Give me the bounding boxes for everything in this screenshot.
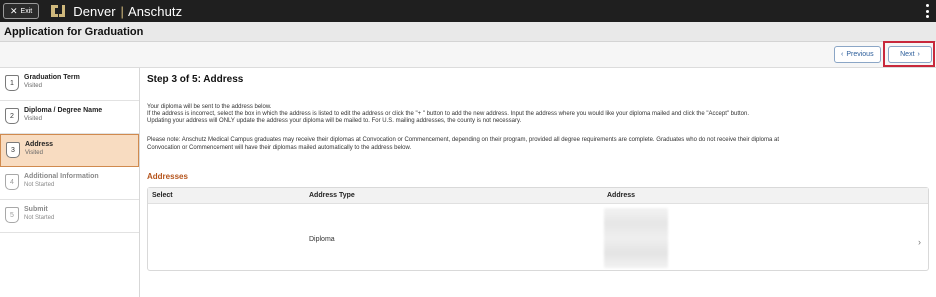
chevron-left-icon: ‹ xyxy=(841,51,844,58)
step-status: Not Started xyxy=(24,182,55,188)
exit-label: Exit xyxy=(20,7,33,15)
column-header-address-type: Address Type xyxy=(309,192,355,199)
step-status: Visited xyxy=(25,150,43,156)
instruction-line: Your diploma will be sent to the address… xyxy=(147,104,272,110)
step-number-badge: 3 xyxy=(6,142,20,158)
step-submit[interactable]: 5 Submit Not Started xyxy=(0,200,139,233)
action-bar: ‹ Previous Next › xyxy=(0,42,936,68)
title-bar: Application for Graduation xyxy=(0,22,936,42)
instruction-line: If the address is incorrect, select the … xyxy=(147,111,750,117)
exit-button[interactable]: ✕ Exit xyxy=(3,3,40,19)
page-title: Application for Graduation xyxy=(4,26,144,38)
brand-name: Denver | Anschutz xyxy=(73,4,182,19)
step-title: Submit xyxy=(24,206,48,213)
kebab-menu-icon[interactable] xyxy=(924,3,930,19)
step-title: Additional Information xyxy=(24,173,99,180)
instruction-line: Updating your address will ONLY update t… xyxy=(147,118,522,124)
step-address[interactable]: 3 Address Visited xyxy=(0,134,139,167)
cu-logo-icon xyxy=(49,2,67,20)
step-title: Diploma / Degree Name xyxy=(24,107,103,114)
step-status: Not Started xyxy=(24,215,55,221)
brand-separator: | xyxy=(120,3,124,19)
step-number-badge: 1 xyxy=(5,75,19,91)
note-line: Convocation or Commencement will have th… xyxy=(147,145,412,151)
step-sidebar: 1 Graduation Term Visited 2 Diploma / De… xyxy=(0,68,140,297)
grid-header: Select Address Type Address xyxy=(148,188,928,204)
step-title: Graduation Term xyxy=(24,74,80,81)
step-title: Address xyxy=(25,141,54,148)
addresses-section-label: Addresses xyxy=(147,172,188,181)
address-type-cell[interactable]: Diploma xyxy=(309,236,335,243)
step-status: Visited xyxy=(24,116,42,122)
step-number-badge: 4 xyxy=(5,174,19,190)
chevron-right-icon[interactable]: › xyxy=(918,237,921,247)
previous-label: Previous xyxy=(846,51,874,58)
brand-right: Anschutz xyxy=(127,3,183,19)
column-header-select: Select xyxy=(152,192,173,199)
step-number-badge: 2 xyxy=(5,108,19,124)
close-icon: ✕ xyxy=(10,5,18,16)
step-graduation-term[interactable]: 1 Graduation Term Visited xyxy=(0,68,139,101)
step-number-badge: 5 xyxy=(5,207,19,223)
addresses-grid: Select Address Type Address Diploma › xyxy=(147,187,929,271)
step-heading: Step 3 of 5: Address xyxy=(147,74,244,85)
brand-left: Denver xyxy=(73,3,116,19)
previous-button[interactable]: ‹ Previous xyxy=(834,46,881,63)
address-cell-redacted[interactable] xyxy=(604,208,668,268)
top-bar: ✕ Exit Denver | Anschutz xyxy=(0,0,936,22)
step-status: Visited xyxy=(24,83,42,89)
note-line: Please note: Anschutz Medical Campus gra… xyxy=(147,137,780,143)
column-header-address: Address xyxy=(607,192,636,199)
step-diploma-degree-name[interactable]: 2 Diploma / Degree Name Visited xyxy=(0,101,139,134)
step-additional-information[interactable]: 4 Additional Information Not Started xyxy=(0,167,139,200)
next-button-highlight xyxy=(883,41,935,67)
